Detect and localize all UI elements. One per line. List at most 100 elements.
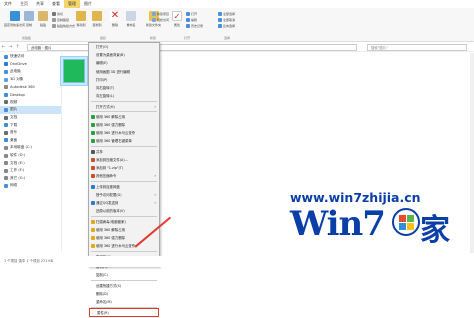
menu-item[interactable]: 打印(P) [89,76,159,84]
menu-item[interactable]: 设置为桌面背景(B) [89,51,159,59]
copy-icon [24,11,34,21]
menu-item-label: 上传到百度网盘 [96,184,120,189]
delete-x-icon: ✕ [110,10,120,21]
shield-icon [90,236,95,241]
menu-item[interactable]: 打开方式(H) › [89,103,159,111]
sidebar-item[interactable]: 此电脑 [0,68,61,76]
menu-item[interactable]: 打开(O) [89,43,159,51]
tab-4[interactable]: 管理 [64,0,80,8]
copy-button[interactable]: 复制 [24,11,34,27]
easy-access-icon [152,18,156,22]
pin-quick-access-button[interactable]: 固定到快速访问 [4,11,25,27]
menu-item[interactable]: 使用 360 进行木马云查杀 [89,129,159,137]
group-organize-label: 组织 [100,36,107,40]
sidebar-item[interactable]: 工作 (F:) [0,167,61,175]
menu-item-label: 使用 360 解除占用 [96,114,125,119]
sidebar-item[interactable]: 音乐 [0,129,61,137]
tab-2[interactable]: 共享 [32,0,48,8]
vertical-scrollbar[interactable] [470,53,474,253]
rename-button[interactable]: 重命名 [126,11,136,27]
shortcut-icon [52,24,56,28]
address-path[interactable]: 此电脑 › 图片 [27,43,357,51]
edit-button[interactable]: 编辑 [186,18,197,22]
image-file-thumbnail[interactable] [63,59,85,83]
sidebar-item[interactable]: Desktop [0,91,61,99]
sidebar-item[interactable]: 文档 (E:) [0,159,61,167]
up-arrow-icon[interactable]: ↑ [14,44,21,50]
forward-arrow-icon[interactable]: → [7,44,14,50]
menu-item[interactable]: 扫描病毒(电脑管家) [89,218,159,226]
sidebar-item[interactable]: 快速访问 [0,53,61,61]
menu-item[interactable]: 编辑(E) [89,59,159,67]
sidebar-item[interactable]: 网络 [0,182,61,190]
menu-item[interactable]: 使用画图 3D 进行编辑 [89,68,159,76]
menu-item[interactable]: 授予访问权限(G) › [89,191,159,199]
menu-item[interactable]: 复制(C) [89,271,159,279]
menu-item[interactable]: 其他压缩命令 › [89,172,159,180]
menu-item[interactable]: 使用 360 解除占用 [89,113,159,121]
sidebar-item[interactable]: 其它 (G:) [0,175,61,183]
sidebar-item[interactable]: Autodesk 360 [0,83,61,91]
pin-icon [9,11,20,21]
copy-to-button[interactable]: 复制到 [92,11,102,27]
sidebar-item[interactable]: 图片 [0,106,61,114]
share-icon [90,149,95,154]
tab-0[interactable]: 文件 [0,0,16,8]
tab-1[interactable]: 主页 [16,0,32,8]
ribbon: 固定到快速访问 复制 粘贴 剪切 复制路径 粘贴快捷方式 剪贴板 移动到 复制到… [0,8,474,42]
sidebar-item-label: 文档 (E:) [10,160,25,165]
shield-icon [90,123,95,128]
menu-item[interactable]: 共享 [89,148,159,156]
tab-5[interactable]: 图片 [80,0,96,8]
menu-item-label: 扫描病毒(电脑管家) [96,219,126,224]
delete-button[interactable]: ✕ 删除 [110,11,120,27]
sidebar-item[interactable]: 软件 (D:) [0,152,61,160]
menu-item[interactable]: 重命名(M) [89,298,159,306]
navigation-pane: 快速访问 OneDrive 此电脑 3D 对象 Autodesk 360 Desktop 视… [0,53,62,253]
sidebar-item[interactable]: OneDrive [0,61,61,69]
menu-item-properties[interactable]: 属性(R) [89,308,159,317]
cut-button[interactable]: 剪切 [52,12,63,16]
watermark-suffix: 家 [420,213,450,248]
sidebar-item[interactable]: 桌面 [0,137,61,145]
easy-access-button[interactable]: 轻松访问 [152,18,169,22]
menu-item[interactable]: 添加到 "1.zip"(T) [89,164,159,172]
menu-item[interactable]: 使用 360 管理右键菜单 [89,137,159,145]
menu-item[interactable]: 添加到压缩文件(A)... [89,156,159,164]
search-input[interactable]: 搜索"图片" [367,43,467,51]
picture-icon [4,107,8,112]
back-arrow-icon[interactable]: ← [0,44,7,50]
sidebar-item[interactable]: 3D 对象 [0,76,61,84]
sidebar-item[interactable]: 文档 [0,114,61,122]
menu-item[interactable]: 上传到百度网盘 [89,183,159,191]
cloud-icon [4,62,8,67]
cloud-icon [4,85,8,90]
paste-button[interactable]: 粘贴 [38,11,48,27]
sidebar-item[interactable]: 视频 [0,99,61,107]
paste-shortcut-button[interactable]: 粘贴快捷方式 [52,24,75,28]
tab-3[interactable]: 查看 [48,0,64,8]
select-all-button[interactable]: 全部选择 [218,12,235,16]
menu-item[interactable]: 向右旋转(T) [89,84,159,92]
menu-item[interactable]: 向左旋转(L) [89,92,159,100]
invert-selection-button[interactable]: 反向选择 [218,24,235,28]
menu-item[interactable]: 使用 360 进行木马云查杀 [89,242,159,250]
menu-item[interactable]: 通过QQ发送到 › [89,199,159,207]
sidebar-item-label: 本地磁盘 (C:) [10,145,33,150]
menu-item[interactable]: 创建快捷方式(S) [89,282,159,290]
sidebar-item[interactable]: 下载 [0,121,61,129]
copy-path-button[interactable]: 复制路径 [52,18,69,22]
menu-item[interactable]: 删除(D) [89,290,159,298]
move-to-button[interactable]: 移动到 [76,11,86,27]
new-item-button[interactable]: 新建项目 [152,12,169,16]
open-button[interactable]: 打开 [186,12,197,16]
sidebar-item[interactable]: 本地磁盘 (C:) [0,144,61,152]
sidebar-item-label: 工作 (F:) [10,168,25,173]
menu-item[interactable]: 还原以前的版本(V) [89,207,159,215]
archive-icon [90,174,95,179]
select-none-button[interactable]: 全部取消 [218,18,235,22]
menu-item-label: 添加到压缩文件(A)... [96,158,128,162]
history-button[interactable]: 历史记录 [186,24,203,28]
properties-ribbon-button[interactable]: ✓ 属性 [172,11,182,27]
menu-item[interactable]: 使用 360 强力删除 [89,121,159,129]
